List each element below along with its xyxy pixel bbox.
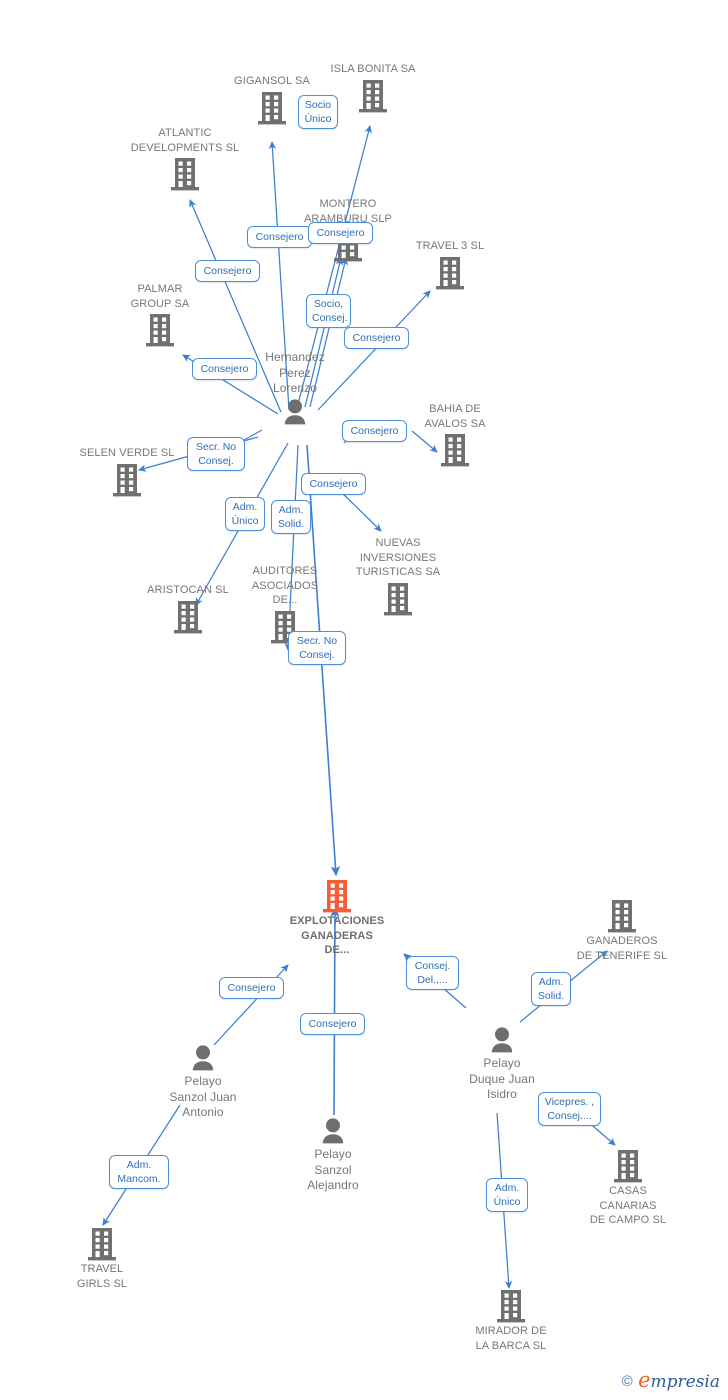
- relation-chip-travel-girls-adm-mancom[interactable]: Adm. Mancom.: [109, 1155, 169, 1189]
- relation-chip-casas-vicepresidente[interactable]: Vicepres. , Consej....: [538, 1092, 601, 1126]
- relation-chip-gigansol-consejero[interactable]: Consejero: [247, 226, 312, 248]
- person-icon: [258, 1117, 408, 1147]
- person-icon: [427, 1026, 577, 1056]
- node-explotaciones-ganaderas[interactable]: EXPLOTACIONES GANADERAS DE...: [262, 878, 412, 958]
- building-icon: [52, 462, 202, 498]
- relation-chip-selen-secretario[interactable]: Secr. No Consej.: [187, 437, 245, 471]
- node-auditores-asociados-label: AUDITORES ASOCIADOS DE...: [251, 565, 319, 606]
- relation-chip-explotaciones-consej-del[interactable]: Consej. Del.,...: [406, 956, 459, 990]
- node-explotaciones-ganaderas-label: EXPLOTACIONES GANADERAS DE...: [289, 915, 385, 956]
- relation-chip-explotaciones-juan-antonio[interactable]: Consejero: [219, 977, 284, 999]
- relationship-diagram: GIGANSOL SA ISLA BONITA SA ATLANTIC DEVE…: [0, 0, 728, 1400]
- node-pelayo-sanzol-juan-antonio[interactable]: Pelayo Sanzol Juan Antonio: [128, 1044, 278, 1121]
- node-mirador-de-la-barca-label: MIRADOR DE LA BARCA SL: [475, 1325, 547, 1352]
- relation-chip-travel3-consejero[interactable]: Consejero: [344, 327, 409, 349]
- node-palmar-group[interactable]: PALMAR GROUP SA: [85, 282, 235, 348]
- node-selen-verde-label: SELEN VERDE SL: [79, 447, 175, 459]
- relation-chip-ganaderos-adm-solid[interactable]: Adm. Solid.: [531, 972, 571, 1006]
- relation-chip-mirador-adm-unico[interactable]: Adm. Único: [486, 1178, 528, 1212]
- copyright-symbol: ©: [621, 1373, 633, 1390]
- relation-chip-bahia-consejero[interactable]: Consejero: [342, 420, 407, 442]
- building-icon: [547, 898, 697, 934]
- relation-chip-auditores-adm-solid[interactable]: Adm. Solid.: [271, 500, 311, 534]
- relation-chip-montero-consejero[interactable]: Consejero: [308, 222, 373, 244]
- node-casas-canarias-de-campo-label: CASAS CANARIAS DE CAMPO SL: [589, 1185, 667, 1226]
- node-palmar-group-label: PALMAR GROUP SA: [130, 283, 190, 310]
- person-icon: [128, 1044, 278, 1074]
- node-ganaderos-de-tenerife-label: GANADEROS DE TENERIFE SL: [576, 935, 668, 962]
- building-icon: [110, 156, 260, 192]
- node-pelayo-sanzol-alejandro-label: Pelayo Sanzol Alejandro: [307, 1147, 359, 1192]
- node-travel-girls-label: TRAVEL GIRLS SL: [76, 1263, 128, 1290]
- relation-chip-socio-unico[interactable]: Socio Único: [298, 95, 338, 129]
- node-pelayo-sanzol-juan-antonio-label: Pelayo Sanzol Juan Antonio: [169, 1074, 237, 1119]
- node-travel-3-label: TRAVEL 3 SL: [415, 240, 485, 252]
- node-pelayo-sanzol-alejandro[interactable]: Pelayo Sanzol Alejandro: [258, 1117, 408, 1194]
- relation-chip-aristocan-adm-unico[interactable]: Adm. Único: [225, 497, 265, 531]
- node-atlantic-developments[interactable]: ATLANTIC DEVELOPMENTS SL: [110, 126, 260, 192]
- node-selen-verde[interactable]: SELEN VERDE SL: [52, 446, 202, 498]
- watermark-empresia: © empresia: [621, 1368, 721, 1393]
- building-icon: [85, 312, 235, 348]
- relation-chip-explotaciones-secretario[interactable]: Secr. No Consej.: [288, 631, 346, 665]
- relation-chip-montero-socio-consejero[interactable]: Socio, Consej.: [306, 294, 351, 328]
- relation-chip-explotaciones-alejandro[interactable]: Consejero: [300, 1013, 365, 1035]
- building-icon: [553, 1148, 703, 1184]
- node-travel-girls[interactable]: TRAVEL GIRLS SL: [27, 1226, 177, 1291]
- node-casas-canarias-de-campo[interactable]: CASAS CANARIAS DE CAMPO SL: [553, 1148, 703, 1228]
- node-isla-bonita-label: ISLA BONITA SA: [330, 63, 416, 75]
- relation-chip-nuevas-consejero[interactable]: Consejero: [301, 473, 366, 495]
- node-ganaderos-de-tenerife[interactable]: GANADEROS DE TENERIFE SL: [547, 898, 697, 963]
- relation-chip-atlantic-consejero[interactable]: Consejero: [195, 260, 260, 282]
- building-icon: [375, 255, 525, 291]
- node-mirador-de-la-barca[interactable]: MIRADOR DE LA BARCA SL: [436, 1288, 586, 1353]
- building-icon: [27, 1226, 177, 1262]
- brand-name: mpresia: [650, 1372, 721, 1392]
- building-icon-highlight: [262, 878, 412, 914]
- node-travel-3[interactable]: TRAVEL 3 SL: [375, 239, 525, 291]
- node-atlantic-developments-label: ATLANTIC DEVELOPMENTS SL: [130, 127, 240, 154]
- brand-initial: e: [638, 1368, 651, 1392]
- relation-chip-palmar-consejero[interactable]: Consejero: [192, 358, 257, 380]
- building-icon: [436, 1288, 586, 1324]
